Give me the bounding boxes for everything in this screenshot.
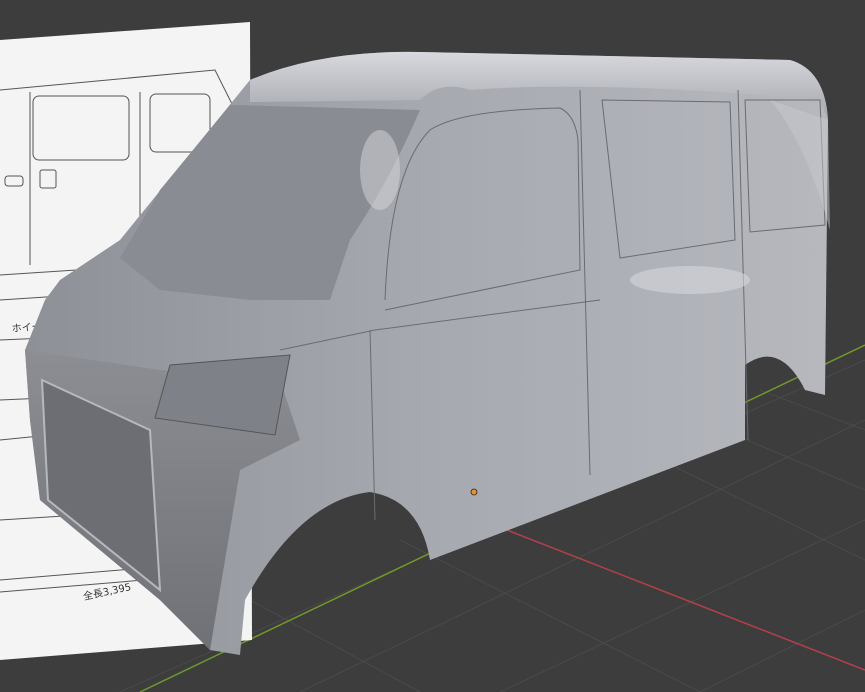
- 3d-viewport[interactable]: ホイー 全長3,395: [0, 0, 865, 692]
- origin-marker: [470, 488, 478, 496]
- viewport-scene: ホイー 全長3,395: [0, 22, 865, 692]
